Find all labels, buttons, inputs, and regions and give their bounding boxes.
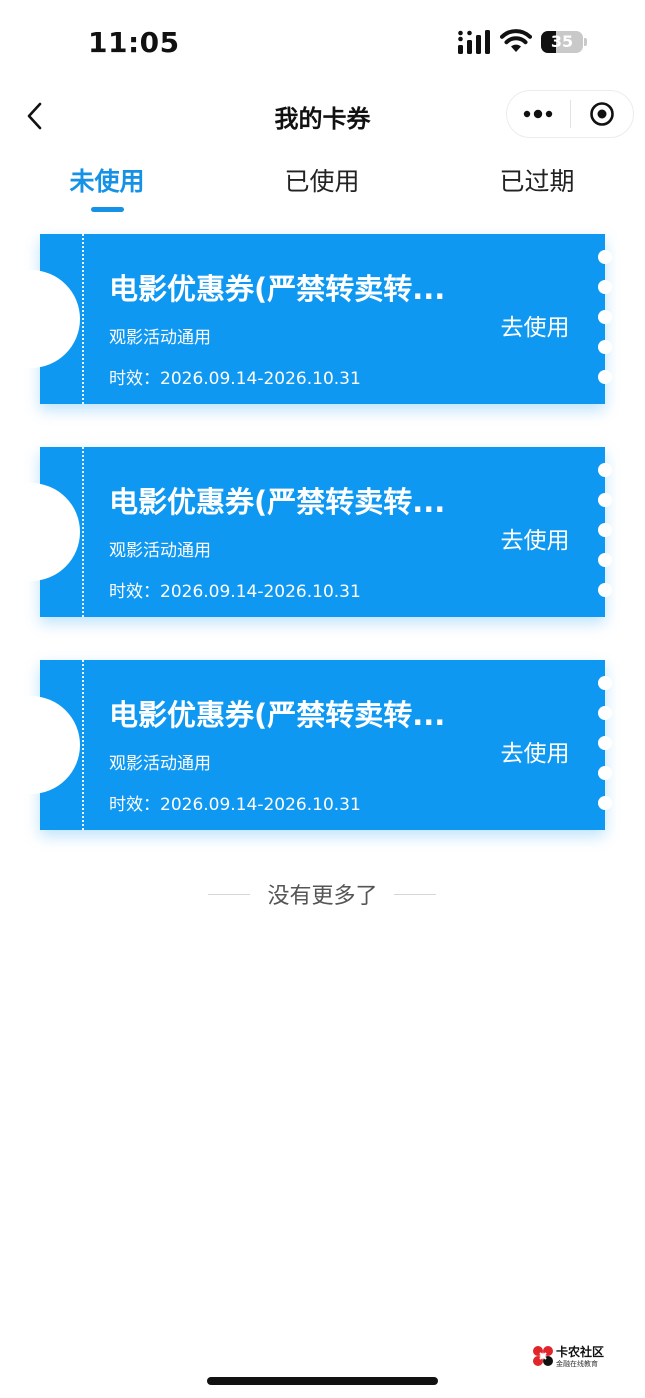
coupon-tabs: 未使用 已使用 已过期 (0, 156, 645, 220)
status-bar: 11:05 35 (0, 0, 645, 86)
use-coupon-button[interactable]: 去使用 (490, 308, 580, 342)
nav-bar: 我的卡券 (0, 86, 645, 146)
target-circle-icon (589, 102, 614, 126)
coupon-title: 电影优惠券(严禁转卖转... (109, 698, 446, 732)
coupon-description: 观影活动通用 (109, 328, 211, 348)
coupon-validity: 时效：2026.09.14-2026.10.31 (109, 582, 361, 602)
coupon-description: 观影活动通用 (109, 541, 211, 561)
watermark: 卡农社区 金融在线教育 (532, 1343, 618, 1371)
coupon-list: 电影优惠券(严禁转卖转... 观影活动通用 时效：2026.09.14-2026… (0, 234, 612, 873)
more-button[interactable] (507, 91, 570, 137)
coupon-validity: 时效：2026.09.14-2026.10.31 (109, 369, 361, 389)
watermark-sub-text: 金融在线教育 (556, 1360, 598, 1368)
coupon-validity: 时效：2026.09.14-2026.10.31 (109, 795, 361, 815)
mini-program-capsule (506, 90, 634, 138)
coupon-card[interactable]: 电影优惠券(严禁转卖转... 观影活动通用 时效：2026.09.14-2026… (0, 447, 612, 617)
wifi-icon (500, 29, 532, 52)
use-coupon-button[interactable]: 去使用 (490, 521, 580, 555)
no-more-text: 没有更多了 (267, 884, 378, 909)
coupon-card[interactable]: 电影优惠券(严禁转卖转... 观影活动通用 时效：2026.09.14-2026… (0, 660, 612, 830)
coupon-description: 观影活动通用 (109, 754, 211, 774)
coupon-dashed-divider (82, 660, 84, 830)
watermark-logo-icon (533, 1346, 553, 1366)
coupon-title: 电影优惠券(严禁转卖转... (109, 272, 446, 306)
divider-line (394, 894, 436, 895)
battery-icon: 35 (541, 31, 587, 53)
no-more-indicator: 没有更多了 (0, 876, 645, 912)
coupon-notch (0, 483, 80, 581)
more-dots-icon (524, 109, 553, 119)
status-time: 11:05 (88, 26, 180, 59)
coupon-perforation (598, 463, 612, 603)
coupon-dashed-divider (82, 447, 84, 617)
coupon-notch (0, 696, 80, 794)
coupon-card[interactable]: 电影优惠券(严禁转卖转... 观影活动通用 时效：2026.09.14-2026… (0, 234, 612, 404)
battery-cap (584, 38, 587, 46)
watermark-main-text: 卡农社区 (556, 1345, 605, 1359)
close-mini-program-button[interactable] (571, 91, 634, 137)
coupon-title: 电影优惠券(严禁转卖转... (109, 485, 446, 519)
coupon-notch (0, 270, 80, 368)
tab-expired[interactable]: 已过期 (482, 156, 592, 212)
coupon-dashed-divider (82, 234, 84, 404)
home-indicator[interactable] (207, 1377, 438, 1385)
use-coupon-button[interactable]: 去使用 (490, 734, 580, 768)
tab-active-indicator (91, 207, 124, 212)
battery-body: 35 (541, 31, 583, 53)
battery-level-text: 35 (550, 32, 574, 51)
tab-used[interactable]: 已使用 (267, 156, 377, 212)
coupon-perforation (598, 676, 612, 816)
coupon-perforation (598, 250, 612, 390)
tab-unused[interactable]: 未使用 (52, 156, 162, 212)
cellular-signal-icon (458, 30, 490, 54)
page: 11:05 35 我的卡券 未使用 已使用 已过期 电影优惠券(严禁转卖转...… (0, 0, 645, 1398)
